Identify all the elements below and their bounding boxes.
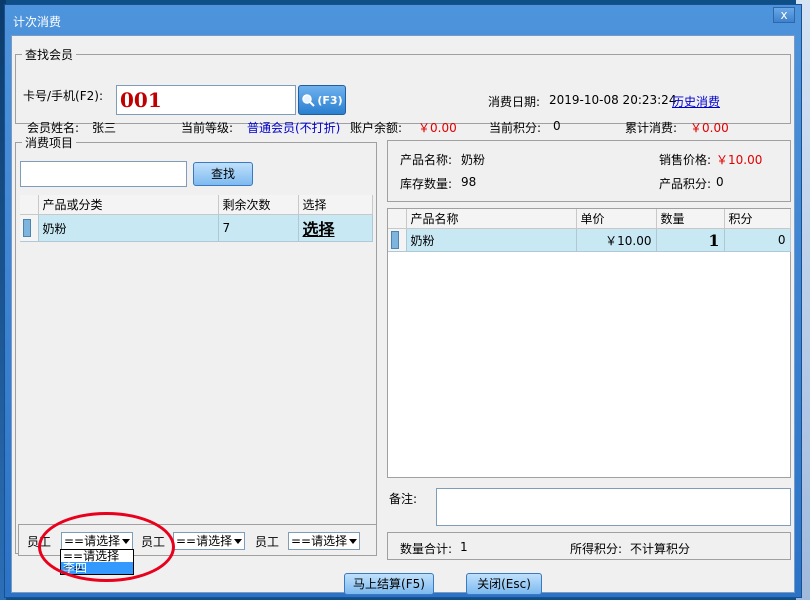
sale-price-value: ￥10.00 [716,153,763,167]
cart-col-price: 单价 [576,209,657,229]
cart-col-points: 积分 [724,209,791,229]
cart-row-selector[interactable] [388,228,407,252]
qty-total-value: 1 [460,540,468,554]
cart-col-qty: 数量 [656,209,725,229]
date-value: 2019-10-08 20:23:24 [549,93,677,107]
cart-qty-cell[interactable]: 1 [656,228,725,252]
row-header-corner [20,195,39,215]
cart-table: 产品名称 单价 数量 积分 奶粉 ￥10.00 1 0 [388,209,791,252]
product-points-value: 0 [716,175,724,189]
items-table-container: 产品或分类 剩余次数 选择 奶粉 7 选择 [20,195,373,242]
cart-table-container: 产品名称 单价 数量 积分 奶粉 ￥10.00 1 0 [387,208,791,478]
chevron-down-icon [349,539,357,544]
product-info-panel: 产品名称: 奶粉 销售价格: ￥10.00 库存数量: 98 产品积分: 0 [387,140,791,202]
staff-select-3[interactable]: ==请选择 [288,532,360,550]
item-remaining-cell: 7 [218,214,299,242]
points-value: 0 [553,119,561,133]
earned-points-label: 所得积分: [570,542,623,556]
sale-price-label: 销售价格: [659,153,712,167]
card-number-input[interactable]: 001 [116,85,296,115]
summary-bar: 数量合计: 1 所得积分: 不计算积分 [387,532,791,560]
product-name-value: 奶粉 [461,153,486,167]
points-label: 当前积分: [489,121,542,135]
history-consumption-link[interactable]: 历史消费 [672,93,720,110]
cart-row-header-corner [388,209,407,229]
cart-name-cell: 奶粉 [406,228,577,252]
col-header-remaining: 剩余次数 [218,195,299,215]
magnifier-icon [302,94,316,107]
stock-label: 库存数量: [400,177,453,191]
stock-value: 98 [461,175,477,189]
window-title: 计次消费 [13,15,62,29]
checkout-button[interactable]: 马上结算(F5) [344,573,434,595]
consumption-items-legend: 消费项目 [25,136,74,150]
remark-label: 备注: [389,492,418,506]
member-search-button-label: (F3) [317,93,343,107]
items-table: 产品或分类 剩余次数 选择 奶粉 7 选择 [20,195,373,242]
close-dialog-button[interactable]: 关闭(Esc) [466,573,542,595]
chevron-down-icon [234,539,242,544]
table-row[interactable]: 奶粉 ￥10.00 1 0 [388,228,791,252]
staff-select-3-value: ==请选择 [291,534,348,548]
col-header-product: 产品或分类 [38,195,219,215]
earned-points-value: 不计算积分 [630,542,691,556]
product-points-label: 产品积分: [659,177,712,191]
cart-price-cell: ￥10.00 [576,228,657,252]
member-search-group: 查找会员 卡号/手机(F2): 001 (F3) 消费日期: 2019-10-0… [15,46,791,135]
balance-value: ￥0.00 [418,121,457,135]
dialog-window: 计次消费 x 查找会员 卡号/手机(F2): 001 (F3) 消费日期: 20… [4,4,802,598]
staff-select-2[interactable]: ==请选择 [173,532,245,550]
dialog-client-area: 查找会员 卡号/手机(F2): 001 (F3) 消费日期: 2019-10-0… [11,35,795,595]
item-search-input[interactable] [20,161,187,187]
member-search-button[interactable]: (F3) [298,85,346,115]
total-consumption-label: 累计消费: [625,121,678,135]
consumption-items-group: 消费项目 查找 产品或分类 剩余次数 选择 奶粉 7 选择 [15,134,377,554]
select-item-link[interactable]: 选择 [298,214,373,242]
qty-total-label: 数量合计: [400,542,453,556]
item-name-cell: 奶粉 [38,214,219,242]
remark-input[interactable] [436,488,791,526]
product-name-label: 产品名称: [400,153,453,167]
col-header-select: 选择 [298,195,373,215]
cart-col-name: 产品名称 [406,209,577,229]
staff-label-3: 员工 [255,535,280,549]
member-search-legend: 查找会员 [25,48,74,62]
card-label: 卡号/手机(F2): [23,89,103,103]
close-icon[interactable]: x [773,7,795,23]
item-search-button[interactable]: 查找 [193,162,253,186]
title-bar: 计次消费 x [5,5,801,35]
staff-select-2-value: ==请选择 [176,534,233,548]
annotation-circle [38,512,175,582]
cart-table-header: 产品名称 单价 数量 积分 [388,209,791,229]
cart-points-cell: 0 [724,228,791,252]
table-row[interactable]: 奶粉 7 选择 [20,214,373,242]
row-selector[interactable] [20,214,39,242]
items-table-header: 产品或分类 剩余次数 选择 [20,195,373,215]
total-consumption-value: ￥0.00 [690,121,729,135]
date-label: 消费日期: [488,95,541,109]
